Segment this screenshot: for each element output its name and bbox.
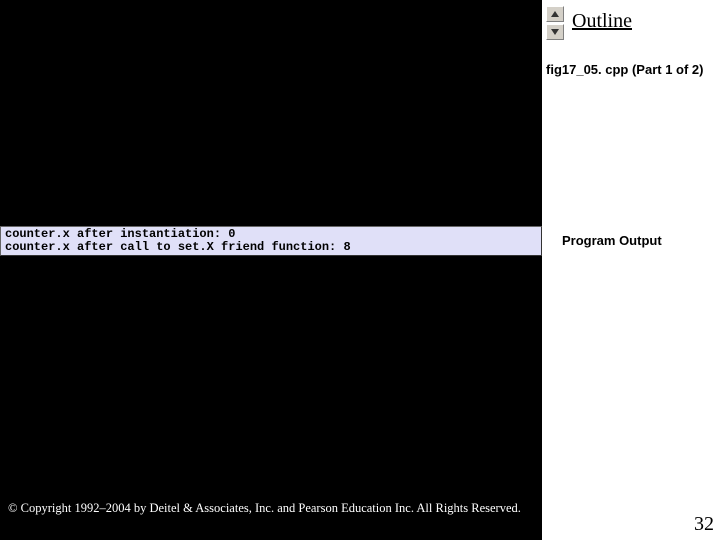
chevron-up-icon xyxy=(551,11,559,17)
nav-buttons xyxy=(546,6,564,40)
section-label: Program Output xyxy=(562,233,716,248)
nav-up-button[interactable] xyxy=(546,6,564,22)
right-panel: Outline fig17_05. cpp (Part 1 of 2) Prog… xyxy=(542,0,720,540)
chevron-down-icon xyxy=(551,29,559,35)
output-line-1: counter.x after instantiation: 0 xyxy=(5,227,235,241)
copyright-text: © Copyright 1992–2004 by Deitel & Associ… xyxy=(8,501,521,516)
file-label: fig17_05. cpp (Part 1 of 2) xyxy=(546,62,716,78)
program-output-box: counter.x after instantiation: 0 counter… xyxy=(0,226,542,256)
outline-title: Outline xyxy=(572,10,632,33)
page-number: 32 xyxy=(694,513,714,536)
output-line-2: counter.x after call to set.X friend fun… xyxy=(5,240,351,254)
nav-down-button[interactable] xyxy=(546,24,564,40)
